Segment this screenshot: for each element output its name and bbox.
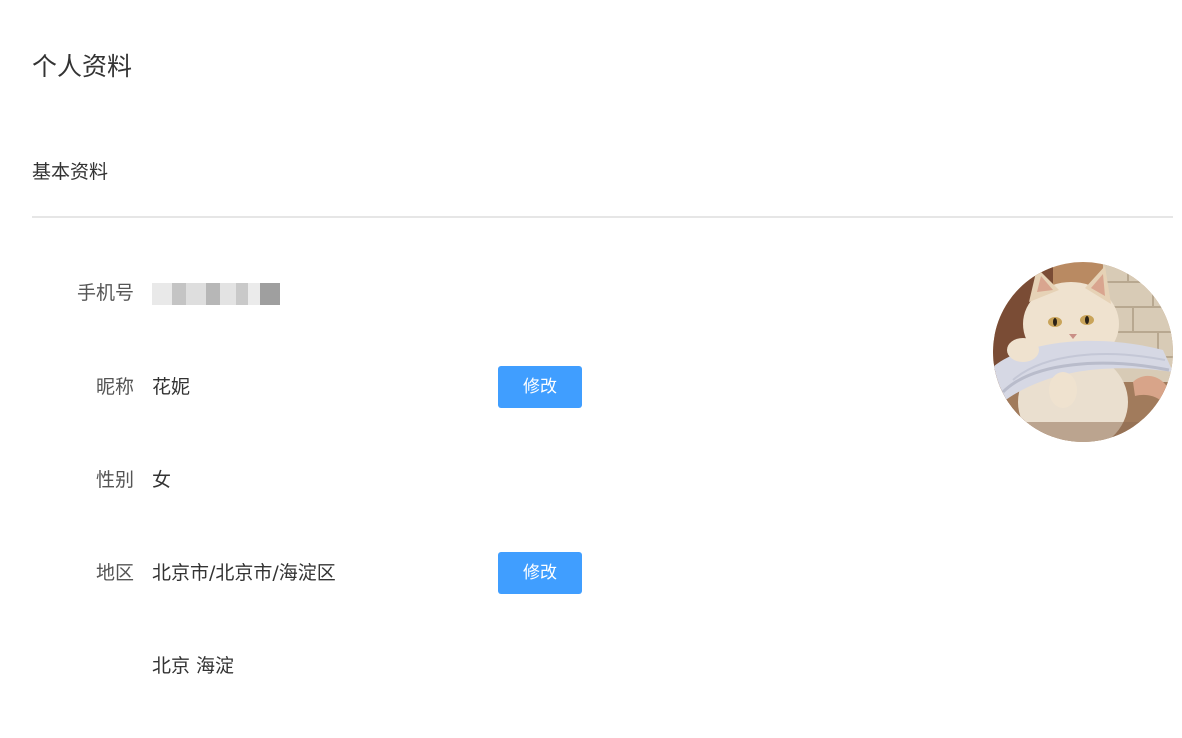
- profile-page: 个人资料 基本资料 手机号 昵称 花妮 修改 性别 女 地区 北京市/北京市/海…: [0, 0, 1182, 738]
- gender-row: 性别 女: [0, 458, 640, 502]
- region-label: 地区: [95, 562, 134, 584]
- phone-label: 手机号: [76, 282, 134, 304]
- nickname-row: 昵称 花妮 修改: [0, 365, 640, 409]
- nickname-value: 花妮: [152, 376, 191, 398]
- gender-label: 性别: [95, 469, 134, 491]
- gender-value: 女: [152, 469, 172, 491]
- region-value: 北京市/北京市/海淀区: [152, 562, 336, 584]
- nickname-label: 昵称: [95, 376, 134, 398]
- edit-nickname-button[interactable]: 修改: [498, 366, 582, 408]
- page-title: 个人资料: [32, 52, 133, 81]
- phone-masked-value: [152, 283, 280, 305]
- phone-row: 手机号: [0, 271, 640, 315]
- address-value: 北京 海淀: [152, 655, 235, 677]
- address-row: 北京 海淀: [0, 644, 640, 688]
- cat-avatar[interactable]: [993, 262, 1173, 442]
- section-divider: [32, 216, 1173, 218]
- section-title: 基本资料: [32, 161, 109, 183]
- edit-region-button[interactable]: 修改: [498, 552, 582, 594]
- cat-avatar-icon: [993, 262, 1173, 442]
- region-row: 地区 北京市/北京市/海淀区 修改: [0, 551, 640, 595]
